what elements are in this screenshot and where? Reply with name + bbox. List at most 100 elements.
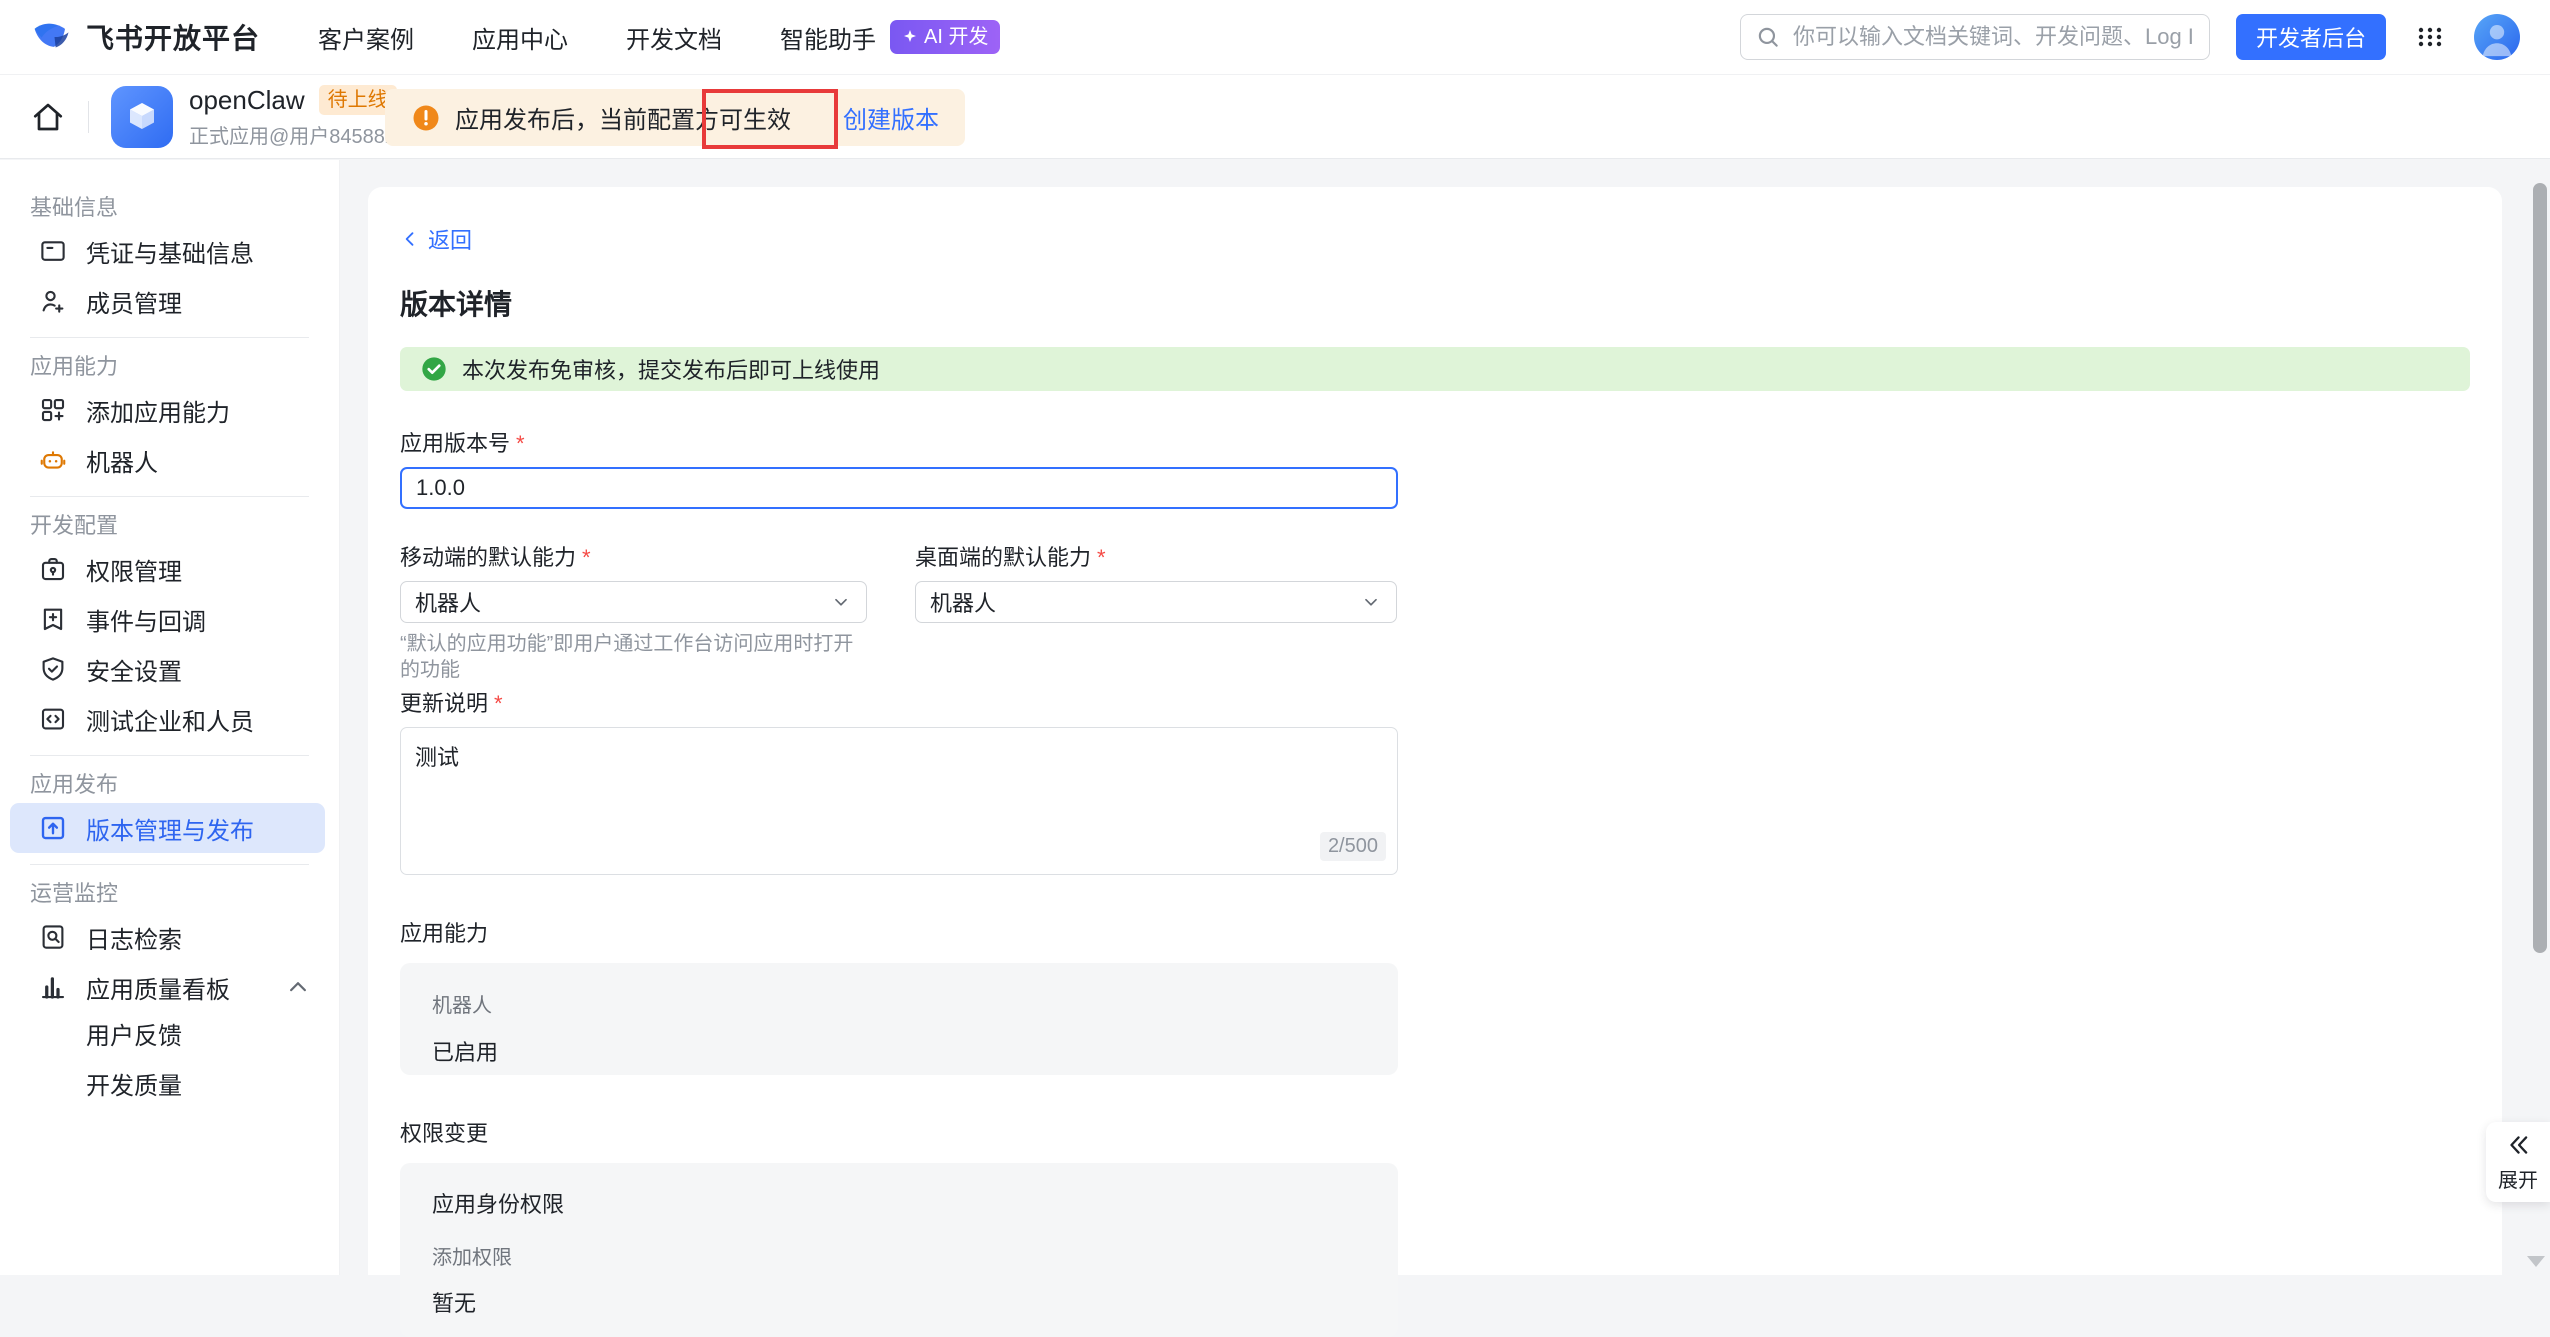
search-input[interactable]: [1791, 23, 2195, 51]
publish-warning-banner: 应用发布后，当前配置方可生效 创建版本: [385, 89, 965, 146]
version-input[interactable]: [400, 467, 1398, 509]
double-chevron-left-icon: [2505, 1132, 2531, 1158]
divider: [30, 496, 309, 497]
warning-icon: [411, 103, 441, 133]
robot-icon: [38, 445, 68, 475]
sidebar-item-members[interactable]: 成员管理: [10, 276, 325, 326]
permission-summary-box: 应用身份权限 添加权限 暂无: [400, 1163, 1398, 1337]
sidebar-item-label: 凭证与基础信息: [86, 234, 254, 269]
scrollbar-thumb[interactable]: [2533, 183, 2547, 953]
sidebar-section-capabilities: 应用能力: [0, 349, 339, 385]
changelog-textarea[interactable]: 测试: [400, 727, 1398, 875]
nav-customer-cases[interactable]: 客户案例: [318, 20, 414, 55]
divider: [30, 755, 309, 756]
divider: [30, 337, 309, 338]
sidebar-item-label: 成员管理: [86, 284, 182, 319]
ai-dev-badge[interactable]: AI 开发: [890, 20, 1000, 54]
expand-panel-button[interactable]: 展开: [2486, 1122, 2550, 1202]
char-counter: 2/500: [1320, 832, 1386, 861]
field-label-text: 应用版本号: [400, 429, 510, 459]
app-cube-icon: [111, 86, 173, 148]
chevron-up-icon[interactable]: [283, 972, 313, 1002]
global-search-box[interactable]: [1740, 14, 2210, 60]
required-mark: *: [494, 689, 503, 719]
changelog-label: 更新说明 *: [400, 689, 2470, 719]
sidebar-item-add-capability[interactable]: 添加应用能力: [10, 385, 325, 435]
search-icon: [1755, 24, 1781, 50]
permission-icon: [38, 554, 68, 584]
sidebar-item-label: 安全设置: [86, 652, 182, 687]
sidebar-item-events-callbacks[interactable]: 事件与回调: [10, 594, 325, 644]
default-capability-row: 移动端的默认能力 * 机器人 “默认的应用功能”即用户通过工作台访问应用时打开的…: [400, 509, 2470, 657]
mobile-capability-label: 移动端的默认能力 *: [400, 543, 867, 573]
sidebar-item-label: 版本管理与发布: [86, 811, 254, 846]
sidebar-item-permissions[interactable]: 权限管理: [10, 544, 325, 594]
scrollbar-down-arrow[interactable]: [2527, 1256, 2545, 1267]
changelog-textarea-wrap: 测试 2/500: [400, 727, 1398, 875]
permission-subtitle: 应用身份权限: [432, 1187, 1366, 1219]
nav-ai-assistant-label: 智能助手: [780, 20, 876, 55]
top-right-actions: 开发者后台: [1740, 14, 2520, 60]
page-title: 版本详情: [400, 285, 2470, 325]
sidebar-item-quality-dashboard[interactable]: 应用质量看板: [10, 962, 325, 1012]
nav-dev-docs[interactable]: 开发文档: [626, 20, 722, 55]
nav-ai-assistant[interactable]: 智能助手 AI 开发: [780, 20, 1000, 55]
create-version-link[interactable]: 创建版本: [843, 100, 939, 135]
sidebar-item-label: 添加应用能力: [86, 393, 230, 428]
sidebar-item-security[interactable]: 安全设置: [10, 644, 325, 694]
nav-app-center[interactable]: 应用中心: [472, 20, 568, 55]
brand[interactable]: 飞书开放平台: [30, 16, 260, 58]
annotation-highlight-box: [702, 89, 838, 149]
id-card-icon: [38, 236, 68, 266]
divider: [88, 101, 89, 133]
sparkle-icon: [902, 29, 918, 45]
required-mark: *: [582, 543, 591, 573]
version-field-label: 应用版本号 *: [400, 429, 2470, 459]
sidebar-item-log-search[interactable]: 日志检索: [10, 912, 325, 962]
back-link[interactable]: 返回: [400, 223, 472, 255]
sidebar-item-credentials[interactable]: 凭证与基础信息: [10, 226, 325, 276]
sidebar-item-test-org[interactable]: 测试企业和人员: [10, 694, 325, 744]
version-detail-panel: 返回 版本详情 本次发布免审核，提交发布后即可上线使用 应用版本号 * 移动端的…: [368, 187, 2502, 1275]
capability-hint: “默认的应用功能”即用户通过工作台访问应用时打开的功能: [400, 631, 867, 657]
sidebar-section-release: 应用发布: [0, 767, 339, 803]
sidebar-subitem-user-feedback[interactable]: 用户反馈: [0, 1012, 339, 1062]
sidebar-item-bot[interactable]: 机器人: [10, 435, 325, 485]
desktop-capability-label: 桌面端的默认能力 *: [915, 543, 1397, 573]
chevron-down-icon: [1360, 591, 1382, 613]
mobile-capability-select[interactable]: 机器人: [400, 581, 867, 623]
field-label-text: 移动端的默认能力: [400, 543, 576, 573]
field-label-text: 更新说明: [400, 689, 488, 719]
sidebar-section-dev-config: 开发配置: [0, 508, 339, 544]
capability-summary-box: 机器人 已启用: [400, 963, 1398, 1075]
sidebar-item-label: 机器人: [86, 443, 158, 478]
member-add-icon: [38, 286, 68, 316]
sidebar-section-basic-info: 基础信息: [0, 190, 339, 226]
permission-group: 添加权限: [432, 1241, 1366, 1270]
sidebar-item-label: 事件与回调: [86, 602, 206, 637]
sidebar-subitem-dev-quality[interactable]: 开发质量: [0, 1062, 339, 1112]
avatar[interactable]: [2474, 14, 2520, 60]
sidebar-section-monitoring: 运营监控: [0, 876, 339, 912]
sidebar-item-version-release[interactable]: 版本管理与发布: [10, 803, 325, 853]
quality-dashboard-icon: [38, 972, 68, 1002]
app-header-bar: openClaw 待上线 正式应用@用户845882的组织 应用发布后，当前配置…: [0, 75, 2550, 159]
required-mark: *: [516, 429, 525, 459]
developer-console-button[interactable]: 开发者后台: [2236, 14, 2386, 60]
event-callback-icon: [38, 604, 68, 634]
select-value: 机器人: [415, 586, 481, 618]
sidebar-item-label: 应用质量看板: [86, 970, 230, 1005]
divider: [30, 864, 309, 865]
shield-check-icon: [38, 654, 68, 684]
select-value: 机器人: [930, 586, 996, 618]
back-link-label: 返回: [428, 223, 472, 255]
chevron-left-icon: [400, 229, 420, 249]
expand-panel-label: 展开: [2498, 1164, 2538, 1193]
apps-grid-icon[interactable]: [2412, 19, 2448, 55]
permission-value: 暂无: [432, 1286, 1366, 1318]
success-banner: 本次发布免审核，提交发布后即可上线使用: [400, 347, 2470, 391]
version-publish-icon: [38, 813, 68, 843]
capability-item: 机器人: [432, 989, 1366, 1018]
home-icon[interactable]: [30, 99, 66, 135]
desktop-capability-select[interactable]: 机器人: [915, 581, 1397, 623]
